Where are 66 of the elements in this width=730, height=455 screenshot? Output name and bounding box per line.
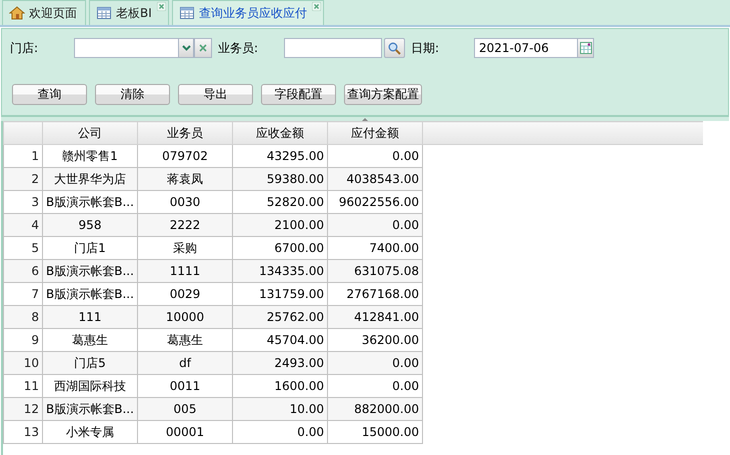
row-number: 13 (4, 420, 42, 444)
field-label: 业务员: (218, 40, 260, 56)
row-number: 2 (4, 168, 42, 190)
toolbar-button[interactable]: 查询方案配置 (344, 84, 422, 105)
table-cell: 882000.00 (328, 398, 422, 420)
close-icon[interactable] (156, 2, 166, 11)
table-cell: 2493.00 (232, 352, 328, 374)
table-cell: 2222 (138, 214, 232, 236)
table-cell: 10.00 (232, 398, 328, 420)
table-cell: B版演示帐套B... (42, 398, 138, 420)
table-cell: 59380.00 (232, 168, 328, 190)
table-cell: 大世界华为店 (42, 168, 138, 190)
home-icon (9, 5, 25, 21)
table-cell: 0.00 (328, 214, 422, 236)
table-cell: 111 (42, 306, 138, 328)
table-cell: 10000 (138, 306, 232, 328)
table-cell: B版演示帐套B... (42, 260, 138, 282)
table-cell: df (138, 352, 232, 374)
toolbar-button[interactable]: 导出 (178, 84, 253, 105)
row-number: 10 (4, 352, 42, 374)
table-cell: 15000.00 (328, 420, 422, 444)
close-icon[interactable] (312, 2, 321, 11)
calendar-button[interactable] (578, 38, 594, 58)
chevron-icon (182, 45, 191, 51)
search-icon (388, 42, 401, 54)
table-cell: 4038543.00 (328, 168, 422, 190)
salesman-field[interactable] (284, 38, 382, 58)
field-label: 门店: (10, 40, 40, 56)
table-cell: 25762.00 (232, 306, 328, 328)
table-cell: 蒋袁凤 (138, 168, 232, 190)
table-cell: 门店5 (42, 352, 138, 374)
table-cell: 1111 (138, 260, 232, 282)
table-cell: 2100.00 (232, 214, 328, 236)
table-icon (178, 5, 195, 21)
tab[interactable]: 老板BI (89, 0, 169, 25)
row-number: 12 (4, 398, 42, 420)
calendar-icon (580, 42, 592, 54)
row-number: 6 (4, 260, 42, 282)
tab[interactable]: 查询业务员应收应付 (172, 0, 324, 25)
search-button[interactable] (384, 38, 405, 58)
table-cell: 631075.08 (328, 260, 422, 282)
row-number: 8 (4, 306, 42, 328)
date-field[interactable]: 2021-07-06 (474, 38, 578, 58)
toolbar-button[interactable]: 字段配置 (261, 84, 336, 105)
column-header[interactable] (4, 122, 42, 144)
table-cell: 958 (42, 214, 138, 236)
table-cell: 0.00 (328, 352, 422, 374)
column-header[interactable]: 应付金额 (328, 122, 422, 144)
row-number: 4 (4, 214, 42, 236)
close-icon (199, 44, 207, 52)
store-dropdown[interactable] (74, 38, 194, 58)
tab[interactable]: 欢迎页面 (2, 0, 86, 25)
column-header[interactable]: 业务员 (138, 122, 232, 144)
table-cell: 小米专属 (42, 420, 138, 444)
toolbar-button[interactable]: 清除 (95, 84, 170, 105)
table-cell: 134335.00 (232, 260, 328, 282)
field-label: 日期: (411, 40, 440, 56)
column-header[interactable]: 公司 (42, 122, 138, 144)
table-cell: 005 (138, 398, 232, 420)
clear-button[interactable] (194, 38, 212, 58)
table-cell: 0.00 (232, 420, 328, 444)
toolbar-button[interactable]: 查询 (12, 84, 87, 105)
table-cell: 00001 (138, 420, 232, 444)
table-cell: 412841.00 (328, 306, 422, 328)
column-header[interactable]: 应收金额 (232, 122, 328, 144)
table-icon (96, 5, 112, 21)
